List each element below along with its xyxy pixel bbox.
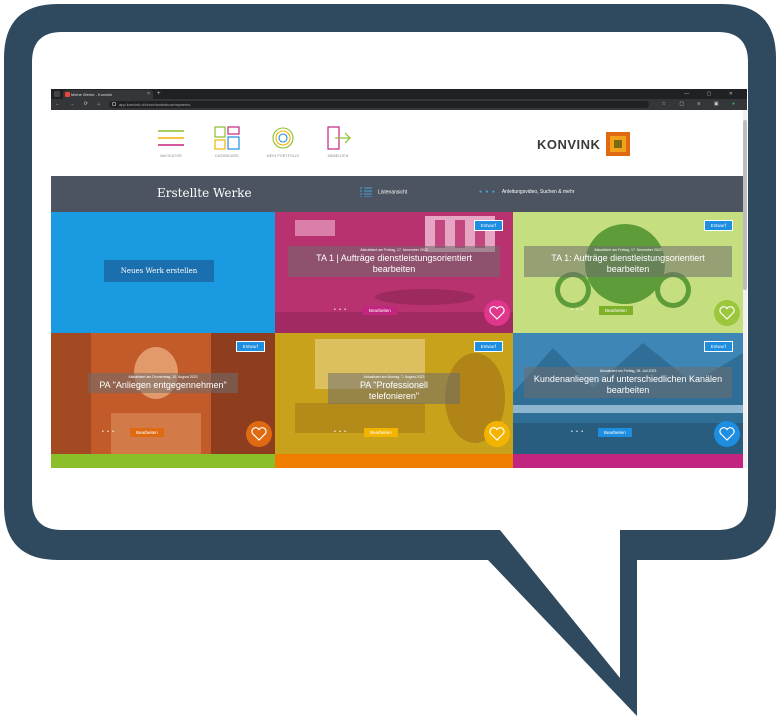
nav-portfolio-label: MEIN PORTFOLIO [266,154,300,158]
work-title-line: TA 1: Aufträge dienstleistungsorientiert [551,253,705,263]
nav-dashboard[interactable]: DASHBOARD [204,126,250,170]
browser-extension-icons[interactable]: ☆ ▢ ≡ ▣ ● [662,99,741,110]
nav-logout[interactable]: ABMELDEN [315,126,361,170]
more-dots-icon: ● ● ● [479,189,496,195]
work-tile[interactable]: Entwurf Aktualisiert am Montag, 7. Augus… [275,333,513,454]
logo-mark-icon [606,132,630,156]
site-info-icon[interactable] [112,102,116,106]
work-title-box: Aktualisiert am Freitag, 17. November 20… [524,246,732,277]
heart-icon [719,427,735,441]
app-header: NAVIGATOR DASHBOARD MEIN PORTFOLIO ABMEL… [51,110,743,176]
work-tile[interactable]: Entwurf Aktualisiert am Freitag, 17. Nov… [275,212,513,333]
heart-icon [489,306,505,320]
list-view-toggle[interactable]: Listenansicht [360,187,407,198]
tile-strip [513,454,743,468]
draft-badge: Entwurf [473,220,503,231]
more-options-icon[interactable]: • • • [102,429,115,435]
new-tab-button[interactable]: + [157,89,161,99]
work-title-line: bearbeiten [606,385,650,395]
window-controls[interactable]: — ▢ ✕ [684,89,741,99]
navigator-icon [158,130,184,146]
favorite-heart-button[interactable] [714,421,740,447]
nav-logout-label: ABMELDEN [327,154,349,158]
url-field[interactable]: app.konvink.ch/core/workshow/mywerks [109,101,649,108]
works-grid: Neues Werk erstellen Entwurf Aktualisier… [51,212,743,468]
browser-address-bar: ← → ⟳ ⌂ app.konvink.ch/core/workshow/myw… [51,99,747,110]
favorite-heart-button[interactable] [484,300,510,326]
edit-button[interactable]: Bearbeiten [598,428,632,437]
browser-screenshot: Meine Werke - Konvink × + — ▢ ✕ ← → ⟳ ⌂ … [51,89,747,468]
url-text: app.konvink.ch/core/workshow/mywerks [119,102,191,107]
work-title-line: Kundenanliegen auf unterschiedlichen Kan… [533,374,723,384]
favorite-heart-button[interactable] [484,421,510,447]
extension-status-icon: ● [731,101,741,107]
help-menu-label: Anleitungsvideo, Suchen & mehr [501,189,575,195]
favorite-heart-button[interactable] [714,300,740,326]
more-options-icon[interactable]: • • • [571,429,584,435]
work-title-line: TA 1 | Aufträge dienstleistungsorientier… [316,253,472,263]
more-options-icon[interactable]: • • • [334,429,347,435]
new-work-tile: Neues Werk erstellen [51,212,275,333]
more-options-icon[interactable]: • • • [571,307,584,313]
edit-button[interactable]: Bearbeiten [599,306,633,315]
work-title-box: Aktualisiert am Freitag, 28. Juli 2023 K… [524,367,732,398]
page-title: Erstellte Werke [157,186,252,200]
portfolio-icon [272,127,294,149]
work-tile[interactable]: Entwurf Aktualisiert am Freitag, 28. Jul… [513,333,743,454]
browser-menu-icon[interactable] [54,91,60,97]
work-tile[interactable]: Entwurf Aktualisiert am Freitag, 17. Nov… [513,212,743,333]
nav-portfolio[interactable]: MEIN PORTFOLIO [260,126,306,170]
nav-dashboard-label: DASHBOARD [215,154,239,158]
draft-badge: Entwurf [703,220,733,231]
page-scrollbar[interactable] [743,110,747,468]
work-title-box: Aktualisiert am Freitag, 17. November 20… [288,246,500,277]
work-title-line: bearbeiten [372,264,416,274]
tab-close-icon[interactable]: × [147,90,150,99]
konvink-favicon-icon [65,92,70,97]
draft-badge: Entwurf [703,341,733,352]
nav-navigator[interactable]: NAVIGATOR [148,126,194,170]
draft-badge: Entwurf [473,341,503,352]
work-title-line: PA "Professionell telefonieren" [359,380,429,401]
logout-icon [327,126,351,150]
logo-text: KONVINK [537,137,601,152]
edit-button[interactable]: Bearbeiten [364,428,398,437]
work-title-box: Aktualisiert am Montag, 7. August 2023 P… [328,373,460,404]
work-title-line: PA "Anliegen entgegennehmen" [99,380,227,390]
favorite-heart-button[interactable] [246,421,272,447]
work-tile[interactable]: Entwurf Aktualisiert am Donnerstag, 10. … [51,333,275,454]
tab-title: Meine Werke - Konvink [71,92,113,97]
edit-button[interactable]: Bearbeiten [363,306,397,315]
heart-icon [251,427,267,441]
work-title-box: Aktualisiert am Donnerstag, 10. August 2… [88,373,238,393]
tile-strip [275,454,513,468]
more-options-icon[interactable]: • • • [334,307,347,313]
nav-navigator-label: NAVIGATOR [160,154,182,158]
work-title-line: bearbeiten [606,264,650,274]
draft-badge: Entwurf [235,341,265,352]
dashboard-icon [214,126,240,150]
new-work-button[interactable]: Neues Werk erstellen [104,260,214,282]
heart-icon [489,427,505,441]
browser-nav-buttons[interactable]: ← → ⟳ ⌂ [55,99,104,110]
list-view-label: Listenansicht [378,189,408,196]
edit-button[interactable]: Bearbeiten [130,428,164,437]
browser-tab-bar: Meine Werke - Konvink × + — ▢ ✕ [51,89,747,99]
heart-icon [719,306,735,320]
tile-strip [51,454,275,468]
works-title-bar: Erstellte Werke Listenansicht ● ● ● Anlei… [51,176,743,212]
scrollbar-thumb[interactable] [743,120,747,290]
list-icon [360,187,372,198]
help-menu-link[interactable]: ● ● ● Anleitungsvideo, Suchen & mehr [479,187,574,198]
browser-tab[interactable]: Meine Werke - Konvink × [63,90,153,99]
